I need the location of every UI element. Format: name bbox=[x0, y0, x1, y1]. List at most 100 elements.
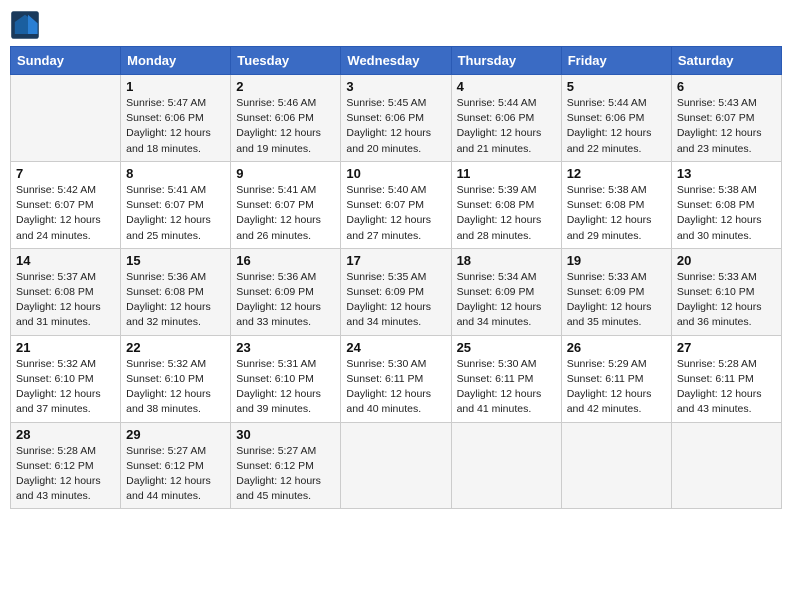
day-number: 12 bbox=[567, 166, 666, 181]
calendar-cell: 18Sunrise: 5:34 AMSunset: 6:09 PMDayligh… bbox=[451, 248, 561, 335]
day-number: 24 bbox=[346, 340, 445, 355]
day-number: 5 bbox=[567, 79, 666, 94]
day-info: Sunrise: 5:41 AMSunset: 6:07 PMDaylight:… bbox=[126, 183, 225, 244]
calendar-cell: 26 Sunrise: 5:29 AMSunset: 6:11 PMDayligh… bbox=[561, 335, 671, 422]
calendar-cell: 29 Sunrise: 5:27 AMSunset: 6:12 PMDayligh… bbox=[121, 422, 231, 509]
calendar-cell: 24 Sunrise: 5:30 AMSunset: 6:11 PMDayligh… bbox=[341, 335, 451, 422]
week-row-1: 7 Sunrise: 5:42 AMSunset: 6:07 PMDaylight… bbox=[11, 161, 782, 248]
day-info: Sunrise: 5:36 AMSunset: 6:09 PMDaylight:… bbox=[236, 270, 335, 331]
day-info: Sunrise: 5:35 AMSunset: 6:09 PMDaylight:… bbox=[346, 270, 445, 331]
calendar-header: SundayMondayTuesdayWednesdayThursdayFrid… bbox=[11, 47, 782, 75]
day-info: Sunrise: 5:37 AMSunset: 6:08 PMDaylight:… bbox=[16, 270, 115, 331]
day-number: 21 bbox=[16, 340, 115, 355]
day-number: 2 bbox=[236, 79, 335, 94]
day-number: 19 bbox=[567, 253, 666, 268]
day-info: Sunrise: 5:38 AMSunset: 6:08 PMDaylight:… bbox=[677, 183, 776, 244]
day-info: Sunrise: 5:34 AMSunset: 6:09 PMDaylight:… bbox=[457, 270, 556, 331]
day-of-week-tuesday: Tuesday bbox=[231, 47, 341, 75]
day-info: Sunrise: 5:33 AMSunset: 6:09 PMDaylight:… bbox=[567, 270, 666, 331]
calendar-cell bbox=[341, 422, 451, 509]
calendar-cell: 5 Sunrise: 5:44 AMSunset: 6:06 PMDaylight… bbox=[561, 75, 671, 162]
calendar-cell: 6 Sunrise: 5:43 AMSunset: 6:07 PMDaylight… bbox=[671, 75, 781, 162]
day-info: Sunrise: 5:32 AMSunset: 6:10 PMDaylight:… bbox=[16, 357, 115, 418]
header-row: SundayMondayTuesdayWednesdayThursdayFrid… bbox=[11, 47, 782, 75]
day-info: Sunrise: 5:47 AMSunset: 6:06 PMDaylight:… bbox=[126, 96, 225, 157]
day-info: Sunrise: 5:36 AMSunset: 6:08 PMDaylight:… bbox=[126, 270, 225, 331]
day-info: Sunrise: 5:44 AMSunset: 6:06 PMDaylight:… bbox=[567, 96, 666, 157]
calendar-cell: 28 Sunrise: 5:28 AMSunset: 6:12 PMDayligh… bbox=[11, 422, 121, 509]
week-row-3: 21 Sunrise: 5:32 AMSunset: 6:10 PMDayligh… bbox=[11, 335, 782, 422]
day-of-week-wednesday: Wednesday bbox=[341, 47, 451, 75]
day-number: 28 bbox=[16, 427, 115, 442]
day-info: Sunrise: 5:41 AMSunset: 6:07 PMDaylight:… bbox=[236, 183, 335, 244]
calendar-cell bbox=[561, 422, 671, 509]
day-of-week-monday: Monday bbox=[121, 47, 231, 75]
calendar-cell: 7 Sunrise: 5:42 AMSunset: 6:07 PMDaylight… bbox=[11, 161, 121, 248]
day-info: Sunrise: 5:33 AMSunset: 6:10 PMDaylight:… bbox=[677, 270, 776, 331]
day-info: Sunrise: 5:44 AMSunset: 6:06 PMDaylight:… bbox=[457, 96, 556, 157]
day-number: 10 bbox=[346, 166, 445, 181]
day-info: Sunrise: 5:30 AMSunset: 6:11 PMDaylight:… bbox=[346, 357, 445, 418]
logo bbox=[10, 10, 44, 40]
day-info: Sunrise: 5:43 AMSunset: 6:07 PMDaylight:… bbox=[677, 96, 776, 157]
day-number: 3 bbox=[346, 79, 445, 94]
day-info: Sunrise: 5:28 AMSunset: 6:12 PMDaylight:… bbox=[16, 444, 115, 505]
day-number: 29 bbox=[126, 427, 225, 442]
day-info: Sunrise: 5:39 AMSunset: 6:08 PMDaylight:… bbox=[457, 183, 556, 244]
day-number: 1 bbox=[126, 79, 225, 94]
calendar-cell: 10Sunrise: 5:40 AMSunset: 6:07 PMDayligh… bbox=[341, 161, 451, 248]
calendar-cell: 9 Sunrise: 5:41 AMSunset: 6:07 PMDaylight… bbox=[231, 161, 341, 248]
calendar-cell: 15 Sunrise: 5:36 AMSunset: 6:08 PMDayligh… bbox=[121, 248, 231, 335]
calendar-cell: 20 Sunrise: 5:33 AMSunset: 6:10 PMDayligh… bbox=[671, 248, 781, 335]
day-number: 27 bbox=[677, 340, 776, 355]
day-number: 15 bbox=[126, 253, 225, 268]
week-row-4: 28 Sunrise: 5:28 AMSunset: 6:12 PMDayligh… bbox=[11, 422, 782, 509]
day-number: 23 bbox=[236, 340, 335, 355]
day-number: 11 bbox=[457, 166, 556, 181]
calendar-body: 1 Sunrise: 5:47 AMSunset: 6:06 PMDaylight… bbox=[11, 75, 782, 509]
logo-icon bbox=[10, 10, 40, 40]
day-number: 20 bbox=[677, 253, 776, 268]
day-number: 17 bbox=[346, 253, 445, 268]
day-info: Sunrise: 5:32 AMSunset: 6:10 PMDaylight:… bbox=[126, 357, 225, 418]
day-number: 9 bbox=[236, 166, 335, 181]
day-number: 14 bbox=[16, 253, 115, 268]
calendar-cell: 22 Sunrise: 5:32 AMSunset: 6:10 PMDayligh… bbox=[121, 335, 231, 422]
calendar-table: SundayMondayTuesdayWednesdayThursdayFrid… bbox=[10, 46, 782, 509]
day-number: 4 bbox=[457, 79, 556, 94]
day-of-week-sunday: Sunday bbox=[11, 47, 121, 75]
day-number: 8 bbox=[126, 166, 225, 181]
day-of-week-thursday: Thursday bbox=[451, 47, 561, 75]
day-number: 7 bbox=[16, 166, 115, 181]
day-info: Sunrise: 5:27 AMSunset: 6:12 PMDaylight:… bbox=[236, 444, 335, 505]
day-info: Sunrise: 5:27 AMSunset: 6:12 PMDaylight:… bbox=[126, 444, 225, 505]
calendar-cell: 3 Sunrise: 5:45 AMSunset: 6:06 PMDaylight… bbox=[341, 75, 451, 162]
day-number: 6 bbox=[677, 79, 776, 94]
calendar-cell: 30 Sunrise: 5:27 AMSunset: 6:12 PMDayligh… bbox=[231, 422, 341, 509]
calendar-cell: 4 Sunrise: 5:44 AMSunset: 6:06 PMDaylight… bbox=[451, 75, 561, 162]
calendar-cell: 19 Sunrise: 5:33 AMSunset: 6:09 PMDayligh… bbox=[561, 248, 671, 335]
page-header bbox=[10, 10, 782, 40]
day-number: 16 bbox=[236, 253, 335, 268]
calendar-cell: 21 Sunrise: 5:32 AMSunset: 6:10 PMDayligh… bbox=[11, 335, 121, 422]
day-info: Sunrise: 5:29 AMSunset: 6:11 PMDaylight:… bbox=[567, 357, 666, 418]
calendar-cell: 23 Sunrise: 5:31 AMSunset: 6:10 PMDayligh… bbox=[231, 335, 341, 422]
calendar-cell: 11 Sunrise: 5:39 AMSunset: 6:08 PMDayligh… bbox=[451, 161, 561, 248]
day-info: Sunrise: 5:45 AMSunset: 6:06 PMDaylight:… bbox=[346, 96, 445, 157]
day-info: Sunrise: 5:31 AMSunset: 6:10 PMDaylight:… bbox=[236, 357, 335, 418]
calendar-cell: 17 Sunrise: 5:35 AMSunset: 6:09 PMDayligh… bbox=[341, 248, 451, 335]
calendar-cell: 14 Sunrise: 5:37 AMSunset: 6:08 PMDayligh… bbox=[11, 248, 121, 335]
day-number: 13 bbox=[677, 166, 776, 181]
calendar-cell: 16 Sunrise: 5:36 AMSunset: 6:09 PMDayligh… bbox=[231, 248, 341, 335]
day-number: 30 bbox=[236, 427, 335, 442]
week-row-0: 1 Sunrise: 5:47 AMSunset: 6:06 PMDaylight… bbox=[11, 75, 782, 162]
day-info: Sunrise: 5:42 AMSunset: 6:07 PMDaylight:… bbox=[16, 183, 115, 244]
day-number: 26 bbox=[567, 340, 666, 355]
day-number: 22 bbox=[126, 340, 225, 355]
day-info: Sunrise: 5:28 AMSunset: 6:11 PMDaylight:… bbox=[677, 357, 776, 418]
week-row-2: 14 Sunrise: 5:37 AMSunset: 6:08 PMDayligh… bbox=[11, 248, 782, 335]
calendar-cell: 25Sunrise: 5:30 AMSunset: 6:11 PMDayligh… bbox=[451, 335, 561, 422]
day-of-week-friday: Friday bbox=[561, 47, 671, 75]
calendar-cell bbox=[671, 422, 781, 509]
day-of-week-saturday: Saturday bbox=[671, 47, 781, 75]
